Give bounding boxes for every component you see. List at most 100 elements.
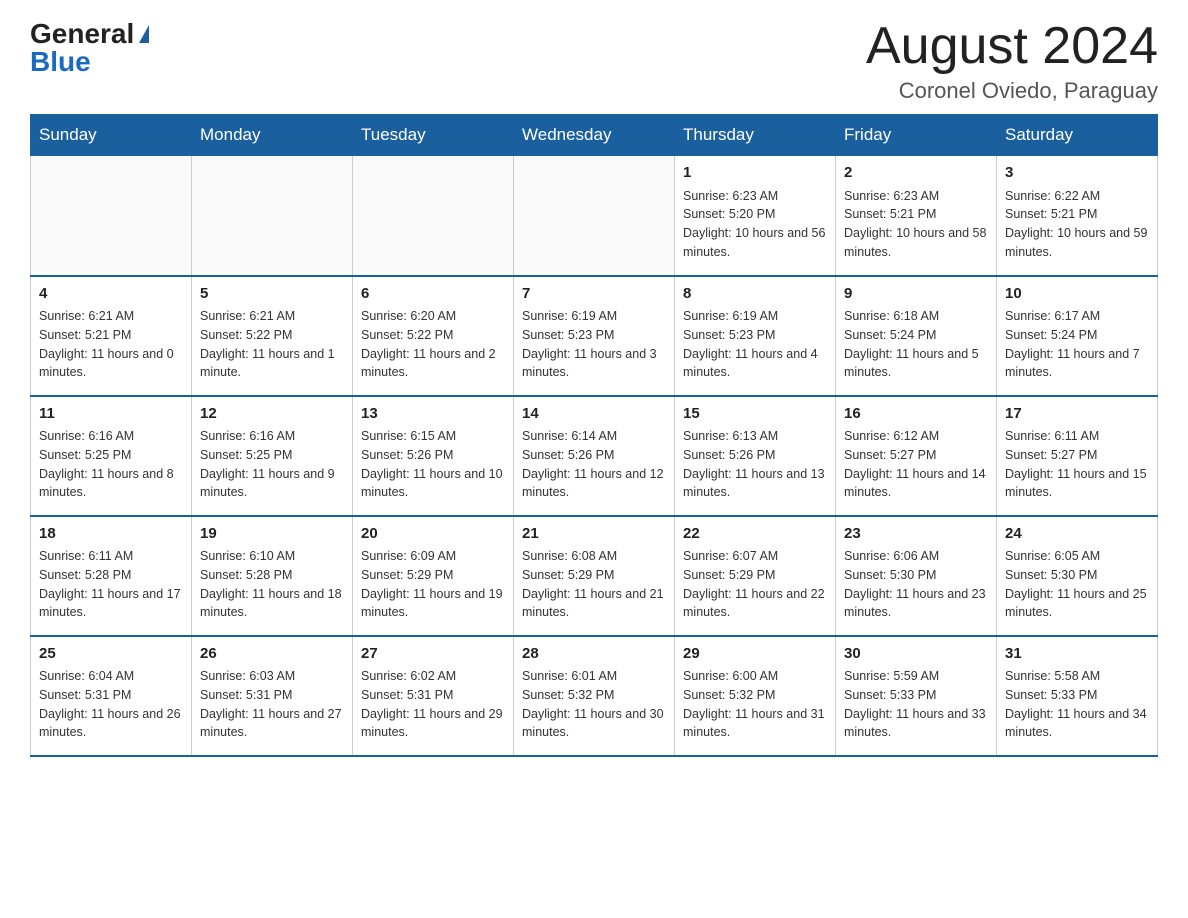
day-number: 31 <box>1005 643 1149 666</box>
day-info: Sunrise: 6:19 AMSunset: 5:23 PMDaylight:… <box>683 307 827 382</box>
calendar-week-4: 18Sunrise: 6:11 AMSunset: 5:28 PMDayligh… <box>31 516 1158 636</box>
calendar-cell: 22Sunrise: 6:07 AMSunset: 5:29 PMDayligh… <box>675 516 836 636</box>
calendar-cell: 19Sunrise: 6:10 AMSunset: 5:28 PMDayligh… <box>192 516 353 636</box>
day-info: Sunrise: 6:07 AMSunset: 5:29 PMDaylight:… <box>683 547 827 622</box>
day-info: Sunrise: 6:17 AMSunset: 5:24 PMDaylight:… <box>1005 307 1149 382</box>
calendar-cell <box>31 156 192 276</box>
day-number: 9 <box>844 283 988 306</box>
day-info: Sunrise: 5:59 AMSunset: 5:33 PMDaylight:… <box>844 667 988 742</box>
day-number: 16 <box>844 403 988 426</box>
day-info: Sunrise: 5:58 AMSunset: 5:33 PMDaylight:… <box>1005 667 1149 742</box>
day-number: 21 <box>522 523 666 546</box>
day-number: 6 <box>361 283 505 306</box>
header-cell-tuesday: Tuesday <box>353 115 514 156</box>
day-number: 7 <box>522 283 666 306</box>
calendar-cell: 14Sunrise: 6:14 AMSunset: 5:26 PMDayligh… <box>514 396 675 516</box>
day-number: 1 <box>683 162 827 185</box>
calendar-cell: 26Sunrise: 6:03 AMSunset: 5:31 PMDayligh… <box>192 636 353 756</box>
calendar-week-3: 11Sunrise: 6:16 AMSunset: 5:25 PMDayligh… <box>31 396 1158 516</box>
day-number: 13 <box>361 403 505 426</box>
day-info: Sunrise: 6:05 AMSunset: 5:30 PMDaylight:… <box>1005 547 1149 622</box>
logo: General Blue <box>30 20 149 76</box>
logo-blue-text: Blue <box>30 48 91 76</box>
day-info: Sunrise: 6:21 AMSunset: 5:22 PMDaylight:… <box>200 307 344 382</box>
title-block: August 2024 Coronel Oviedo, Paraguay <box>866 20 1158 104</box>
location-label: Coronel Oviedo, Paraguay <box>866 78 1158 104</box>
day-number: 12 <box>200 403 344 426</box>
header-cell-sunday: Sunday <box>31 115 192 156</box>
calendar-body: 1Sunrise: 6:23 AMSunset: 5:20 PMDaylight… <box>31 156 1158 756</box>
calendar-week-2: 4Sunrise: 6:21 AMSunset: 5:21 PMDaylight… <box>31 276 1158 396</box>
calendar-cell: 21Sunrise: 6:08 AMSunset: 5:29 PMDayligh… <box>514 516 675 636</box>
day-number: 27 <box>361 643 505 666</box>
calendar-cell: 23Sunrise: 6:06 AMSunset: 5:30 PMDayligh… <box>836 516 997 636</box>
calendar-cell: 28Sunrise: 6:01 AMSunset: 5:32 PMDayligh… <box>514 636 675 756</box>
day-info: Sunrise: 6:23 AMSunset: 5:20 PMDaylight:… <box>683 187 827 262</box>
day-info: Sunrise: 6:10 AMSunset: 5:28 PMDaylight:… <box>200 547 344 622</box>
day-info: Sunrise: 6:11 AMSunset: 5:27 PMDaylight:… <box>1005 427 1149 502</box>
day-info: Sunrise: 6:00 AMSunset: 5:32 PMDaylight:… <box>683 667 827 742</box>
day-info: Sunrise: 6:14 AMSunset: 5:26 PMDaylight:… <box>522 427 666 502</box>
calendar-cell: 31Sunrise: 5:58 AMSunset: 5:33 PMDayligh… <box>997 636 1158 756</box>
day-number: 22 <box>683 523 827 546</box>
day-info: Sunrise: 6:06 AMSunset: 5:30 PMDaylight:… <box>844 547 988 622</box>
calendar-cell: 16Sunrise: 6:12 AMSunset: 5:27 PMDayligh… <box>836 396 997 516</box>
day-number: 29 <box>683 643 827 666</box>
calendar-cell <box>353 156 514 276</box>
day-info: Sunrise: 6:03 AMSunset: 5:31 PMDaylight:… <box>200 667 344 742</box>
day-info: Sunrise: 6:09 AMSunset: 5:29 PMDaylight:… <box>361 547 505 622</box>
header-cell-thursday: Thursday <box>675 115 836 156</box>
day-info: Sunrise: 6:08 AMSunset: 5:29 PMDaylight:… <box>522 547 666 622</box>
day-info: Sunrise: 6:20 AMSunset: 5:22 PMDaylight:… <box>361 307 505 382</box>
day-number: 14 <box>522 403 666 426</box>
day-info: Sunrise: 6:19 AMSunset: 5:23 PMDaylight:… <box>522 307 666 382</box>
calendar-cell: 27Sunrise: 6:02 AMSunset: 5:31 PMDayligh… <box>353 636 514 756</box>
day-number: 20 <box>361 523 505 546</box>
calendar-cell: 8Sunrise: 6:19 AMSunset: 5:23 PMDaylight… <box>675 276 836 396</box>
day-info: Sunrise: 6:22 AMSunset: 5:21 PMDaylight:… <box>1005 187 1149 262</box>
day-info: Sunrise: 6:18 AMSunset: 5:24 PMDaylight:… <box>844 307 988 382</box>
day-info: Sunrise: 6:15 AMSunset: 5:26 PMDaylight:… <box>361 427 505 502</box>
calendar-cell: 10Sunrise: 6:17 AMSunset: 5:24 PMDayligh… <box>997 276 1158 396</box>
day-info: Sunrise: 6:01 AMSunset: 5:32 PMDaylight:… <box>522 667 666 742</box>
day-number: 26 <box>200 643 344 666</box>
header-cell-saturday: Saturday <box>997 115 1158 156</box>
calendar-cell: 13Sunrise: 6:15 AMSunset: 5:26 PMDayligh… <box>353 396 514 516</box>
day-info: Sunrise: 6:16 AMSunset: 5:25 PMDaylight:… <box>39 427 183 502</box>
day-number: 17 <box>1005 403 1149 426</box>
day-number: 25 <box>39 643 183 666</box>
calendar-cell: 1Sunrise: 6:23 AMSunset: 5:20 PMDaylight… <box>675 156 836 276</box>
day-number: 11 <box>39 403 183 426</box>
day-info: Sunrise: 6:16 AMSunset: 5:25 PMDaylight:… <box>200 427 344 502</box>
calendar-cell: 24Sunrise: 6:05 AMSunset: 5:30 PMDayligh… <box>997 516 1158 636</box>
day-info: Sunrise: 6:13 AMSunset: 5:26 PMDaylight:… <box>683 427 827 502</box>
day-number: 28 <box>522 643 666 666</box>
calendar-cell: 9Sunrise: 6:18 AMSunset: 5:24 PMDaylight… <box>836 276 997 396</box>
month-title: August 2024 <box>866 20 1158 72</box>
calendar-cell: 15Sunrise: 6:13 AMSunset: 5:26 PMDayligh… <box>675 396 836 516</box>
day-number: 3 <box>1005 162 1149 185</box>
calendar-cell: 5Sunrise: 6:21 AMSunset: 5:22 PMDaylight… <box>192 276 353 396</box>
header-cell-wednesday: Wednesday <box>514 115 675 156</box>
day-info: Sunrise: 6:12 AMSunset: 5:27 PMDaylight:… <box>844 427 988 502</box>
calendar-cell: 17Sunrise: 6:11 AMSunset: 5:27 PMDayligh… <box>997 396 1158 516</box>
day-number: 18 <box>39 523 183 546</box>
day-info: Sunrise: 6:11 AMSunset: 5:28 PMDaylight:… <box>39 547 183 622</box>
day-number: 2 <box>844 162 988 185</box>
calendar-cell: 29Sunrise: 6:00 AMSunset: 5:32 PMDayligh… <box>675 636 836 756</box>
calendar-cell: 6Sunrise: 6:20 AMSunset: 5:22 PMDaylight… <box>353 276 514 396</box>
calendar-cell: 18Sunrise: 6:11 AMSunset: 5:28 PMDayligh… <box>31 516 192 636</box>
day-number: 24 <box>1005 523 1149 546</box>
day-number: 30 <box>844 643 988 666</box>
calendar-week-1: 1Sunrise: 6:23 AMSunset: 5:20 PMDaylight… <box>31 156 1158 276</box>
day-number: 10 <box>1005 283 1149 306</box>
calendar-cell: 20Sunrise: 6:09 AMSunset: 5:29 PMDayligh… <box>353 516 514 636</box>
calendar-cell <box>192 156 353 276</box>
day-info: Sunrise: 6:21 AMSunset: 5:21 PMDaylight:… <box>39 307 183 382</box>
day-info: Sunrise: 6:04 AMSunset: 5:31 PMDaylight:… <box>39 667 183 742</box>
calendar-cell <box>514 156 675 276</box>
day-info: Sunrise: 6:02 AMSunset: 5:31 PMDaylight:… <box>361 667 505 742</box>
logo-general-text: General <box>30 20 134 48</box>
calendar-cell: 7Sunrise: 6:19 AMSunset: 5:23 PMDaylight… <box>514 276 675 396</box>
calendar-cell: 2Sunrise: 6:23 AMSunset: 5:21 PMDaylight… <box>836 156 997 276</box>
